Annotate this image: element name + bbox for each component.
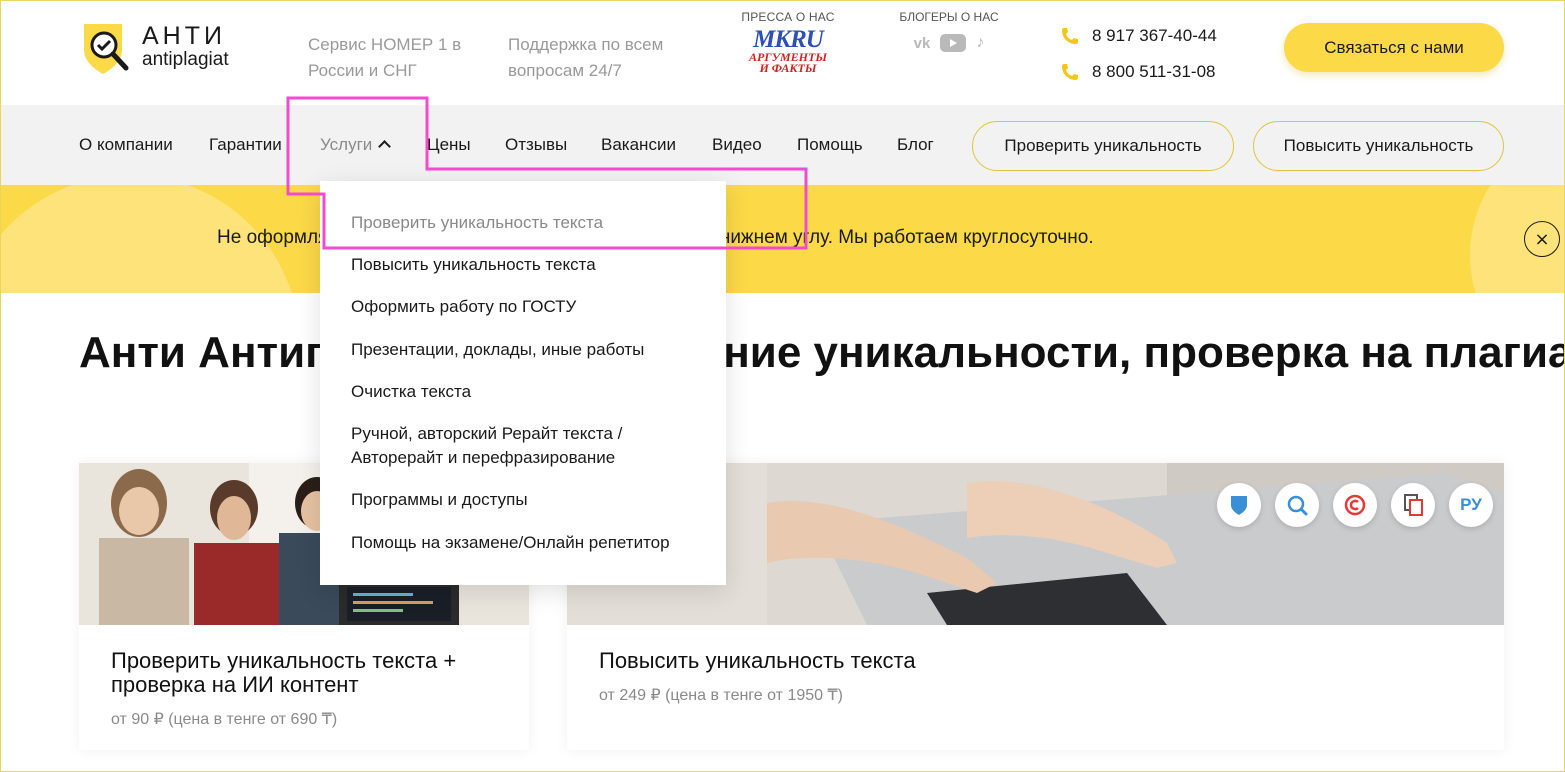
feature-badges: РУ [1217, 483, 1493, 527]
logo-title: АНТИ [142, 22, 226, 50]
logo-subtitle: antiplagiat [142, 49, 229, 70]
shield-badge [1217, 483, 1261, 527]
search-icon [1287, 495, 1308, 516]
phone-row-1[interactable]: 8 917 367-40-44 [1060, 18, 1217, 54]
dropdown-item-text-cleaning[interactable]: Очистка текста [351, 380, 711, 404]
raise-uniqueness-button[interactable]: Повысить уникальность [1253, 121, 1504, 171]
page-title: Анти Антиплагиат — повышение уникальност… [79, 328, 1565, 377]
aif-logo-line-2: И ФАКТЫ [759, 61, 817, 75]
nav-item-video[interactable]: Видео [712, 135, 762, 155]
nav-item-vacancies[interactable]: Вакансии [601, 135, 676, 155]
search-badge [1275, 483, 1319, 527]
mkru-logo[interactable]: MKRU [733, 27, 843, 52]
press-label: ПРЕССА О НАС [741, 10, 835, 24]
aif-logo[interactable]: АРГУМЕНТЫ И ФАКТЫ [733, 51, 843, 75]
nav-item-prices[interactable]: Цены [427, 135, 471, 155]
shield-magnifier-icon [84, 24, 129, 74]
dropdown-item-raise-uniqueness[interactable]: Повысить уникальность текста [351, 253, 711, 277]
contact-us-button[interactable]: Связаться с нами [1284, 23, 1504, 72]
press-block: ПРЕССА О НАС MKRU АРГУМЕНТЫ И ФАКТЫ [733, 10, 843, 74]
documents-icon [1404, 494, 1423, 516]
vk-icon[interactable]: vk [914, 35, 931, 52]
phone-number-2[interactable]: 8 800 511-31-08 [1092, 62, 1216, 82]
close-icon[interactable]: × [1524, 221, 1560, 257]
phone-icon [1062, 28, 1078, 44]
nav-item-blog[interactable]: Блог [897, 135, 934, 155]
bloggers-label: БЛОГЕРЫ О НАС [899, 10, 999, 24]
tagline-support: Поддержка по всем вопросам 24/7 [508, 35, 664, 80]
nav-item-about[interactable]: О компании [79, 135, 173, 155]
language-badge: РУ [1449, 483, 1493, 527]
copyright-icon [1344, 494, 1366, 516]
phone-icon [1062, 64, 1078, 80]
card-price: от 90 ₽ (цена в тенге от 690 ₸) [111, 711, 338, 728]
card-title: Повысить уникальность текста [599, 648, 916, 673]
dropdown-item-presentations[interactable]: Презентации, доклады, иные работы [351, 338, 711, 362]
notice-banner: Не оформляйте заказ, пока не напишите в … [0, 185, 1565, 293]
site-header: АНТИ antiplagiat Сервис НОМЕР 1 в России… [0, 0, 1565, 105]
chevron-up-icon [378, 140, 392, 153]
copyright-badge [1333, 483, 1377, 527]
phones-block: 8 917 367-40-44 8 800 511-31-08 [1060, 18, 1217, 90]
dropdown-item-check-uniqueness[interactable]: Проверить уникальность текста [351, 211, 711, 235]
nav-item-guarantees[interactable]: Гарантии [209, 135, 282, 155]
social-links: vk ♪ [893, 34, 1005, 52]
phone-number-1[interactable]: 8 917 367-40-44 [1092, 26, 1217, 46]
phone-row-2[interactable]: 8 800 511-31-08 [1060, 54, 1217, 90]
nav-item-services[interactable]: Услуги [320, 135, 392, 155]
tagline-number-one: Сервис НОМЕР 1 в России и СНГ [308, 35, 462, 80]
dropdown-item-exam-help[interactable]: Помощь на экзамене/Онлайн репетитор [351, 531, 711, 555]
card-price: от 249 ₽ (цена в тенге от 1950 ₸) [599, 687, 843, 704]
dropdown-item-programs[interactable]: Программы и доступы [351, 488, 711, 512]
bloggers-block: БЛОГЕРЫ О НАС vk ♪ [893, 10, 1005, 52]
services-dropdown: Проверить уникальность текста Повысить у… [320, 181, 726, 585]
nav-item-reviews[interactable]: Отзывы [505, 135, 567, 155]
nav-item-services-label: Услуги [320, 135, 373, 154]
card-title: Проверить уникальность текста + проверка… [111, 648, 457, 697]
youtube-icon[interactable] [940, 34, 967, 52]
dropdown-item-rewrite[interactable]: Ручной, авторский Рерайт текста / Авторе… [351, 422, 711, 470]
dropdown-item-gost[interactable]: Оформить работу по ГОСТУ [351, 295, 711, 319]
shield-icon [1231, 496, 1247, 515]
tiktok-icon[interactable]: ♪ [976, 34, 984, 52]
documents-badge [1391, 483, 1435, 527]
logo[interactable]: АНТИ antiplagiat [80, 20, 250, 76]
check-uniqueness-button[interactable]: Проверить уникальность [972, 121, 1234, 171]
main-nav: О компании Гарантии Услуги Цены Отзывы В… [0, 105, 1565, 185]
nav-item-help[interactable]: Помощь [797, 135, 863, 155]
